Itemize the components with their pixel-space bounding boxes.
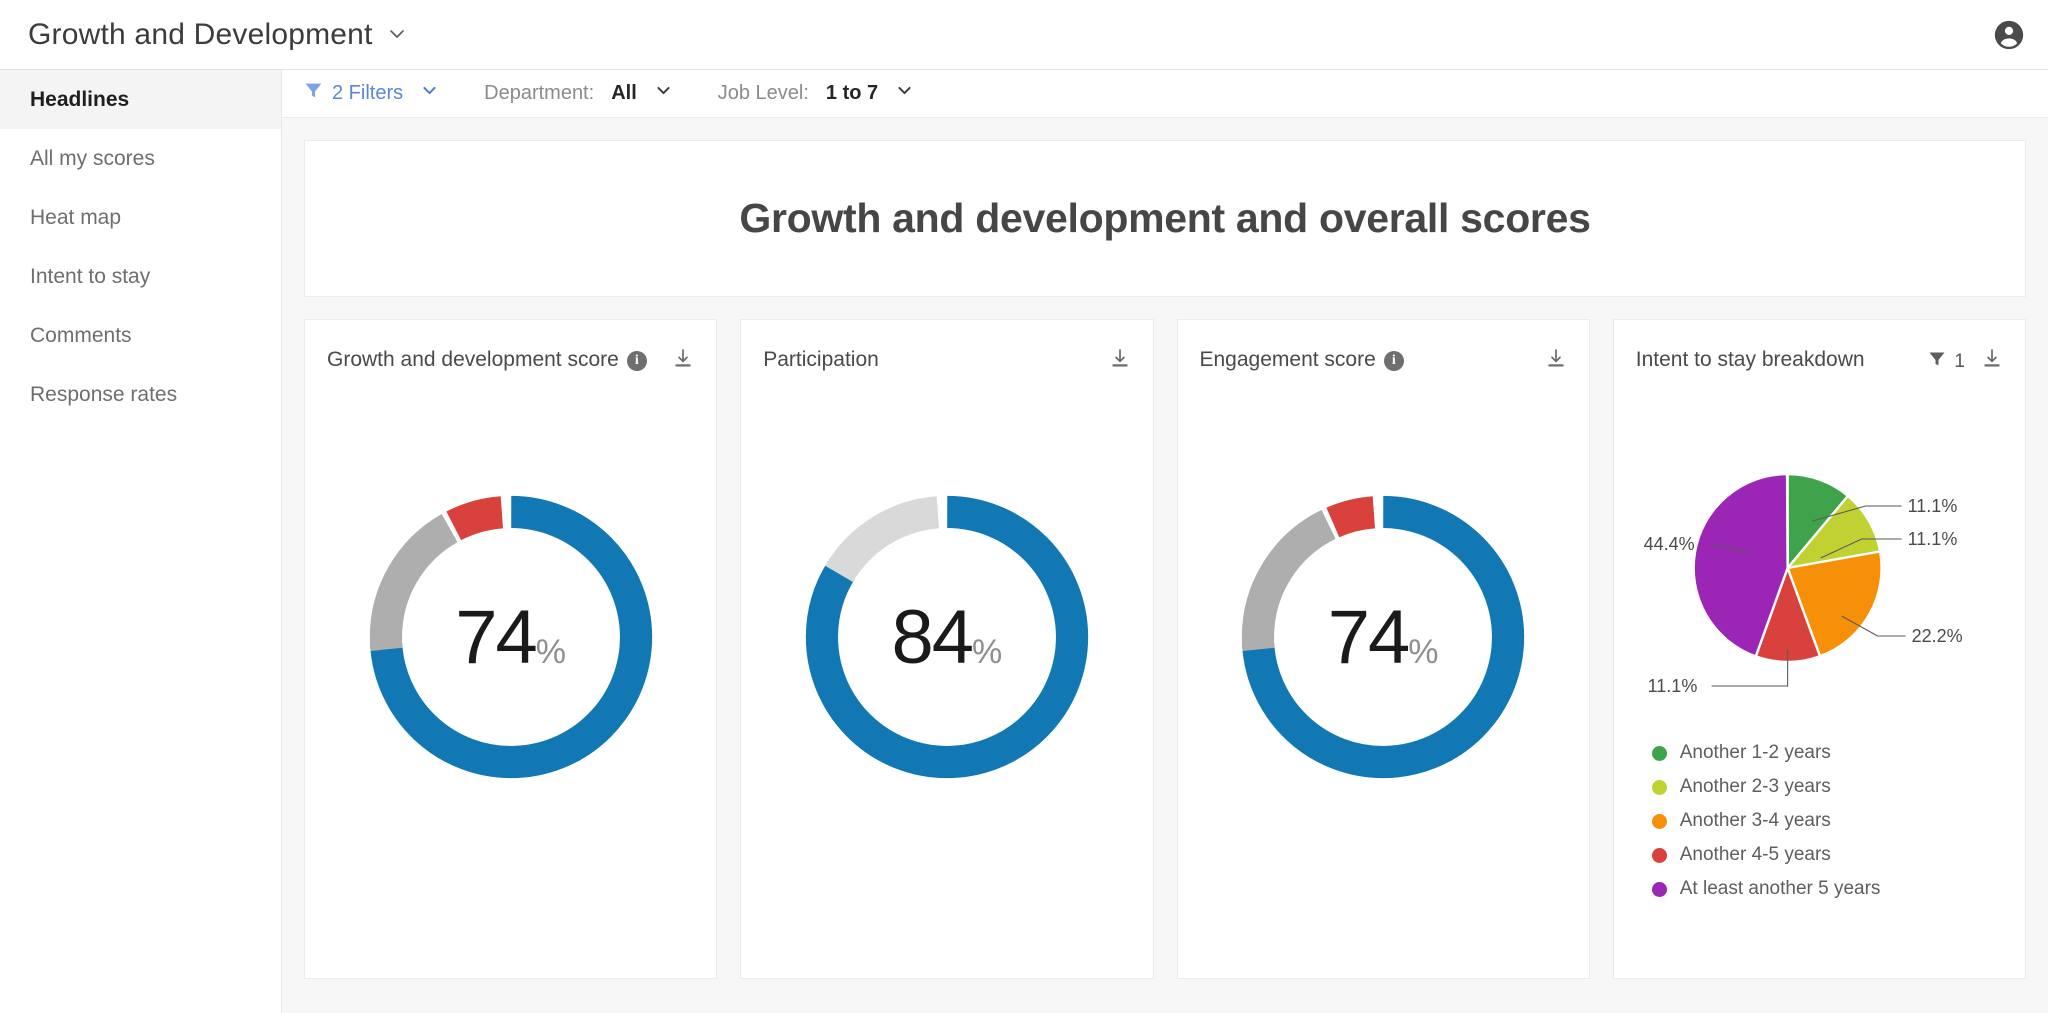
card-header: Growth and development score i — [327, 346, 694, 408]
pie-label-4: 44.4% — [1643, 534, 1694, 554]
donut-chart-growth: 74% — [327, 422, 694, 852]
sidebar-item-label: Response rates — [30, 382, 178, 406]
card-header-actions — [672, 346, 694, 375]
pie-label-1: 11.1% — [1907, 529, 1957, 549]
main-content: 2 Filters Department: All Job Level: 1 t… — [282, 70, 2048, 1013]
legend-item[interactable]: Another 2-3 years — [1651, 770, 2003, 804]
download-icon[interactable] — [1545, 348, 1567, 375]
chevron-down-icon[interactable] — [655, 82, 672, 105]
filter-bar: 2 Filters Department: All Job Level: 1 t… — [282, 70, 2048, 118]
card-filter-indicator[interactable]: 1 — [1928, 350, 1965, 374]
card-header-actions — [1545, 346, 1567, 375]
card-title: Growth and development score — [327, 348, 619, 371]
card-intent-to-stay-breakdown: Intent to stay breakdown 1 11.1% 11.1% 2… — [1612, 319, 2026, 979]
pie-label-3: 11.1% — [1647, 676, 1697, 696]
page-title-group[interactable]: Growth and Development — [28, 18, 407, 52]
department-filter[interactable]: Department: All — [484, 82, 672, 105]
legend-item[interactable]: Another 1-2 years — [1651, 736, 2003, 770]
pie-chart-intent-to-stay: 11.1% 11.1% 22.2% 11.1% 44.4% — [1636, 418, 2003, 718]
job-level-filter[interactable]: Job Level: 1 to 7 — [718, 82, 913, 105]
card-header: Engagement score i — [1200, 346, 1567, 408]
card-title-wrap: Engagement score i — [1200, 346, 1414, 374]
sidebar-item-intent-to-stay[interactable]: Intent to stay — [0, 247, 281, 306]
sidebar-item-headlines[interactable]: Headlines — [0, 70, 281, 129]
download-icon[interactable] — [672, 348, 694, 375]
filters-dropdown[interactable]: 2 Filters — [304, 81, 438, 106]
chevron-down-icon[interactable] — [387, 24, 407, 49]
legend-color-swatch — [1651, 813, 1667, 829]
pie-legend: Another 1-2 years Another 2-3 years Anot… — [1636, 736, 2003, 906]
sidebar: Headlines All my scores Heat map Intent … — [0, 70, 282, 1013]
legend-item[interactable]: At least another 5 years — [1651, 872, 2003, 906]
card-title: Engagement score — [1199, 348, 1376, 371]
legend-color-swatch — [1651, 847, 1667, 863]
filter-funnel-icon — [304, 81, 323, 106]
info-circle-icon[interactable]: i — [626, 351, 647, 371]
top-bar: Growth and Development — [0, 0, 2048, 70]
download-icon[interactable] — [1109, 348, 1131, 375]
dashboard-banner: Growth and development and overall score… — [304, 140, 2026, 297]
download-icon[interactable] — [1981, 348, 2003, 375]
account-circle-icon[interactable] — [1992, 18, 2026, 52]
legend-label: Another 1-2 years — [1679, 742, 1831, 763]
legend-label: Another 3-4 years — [1679, 810, 1831, 831]
department-filter-value: All — [611, 82, 637, 104]
chevron-down-icon[interactable] — [421, 82, 438, 105]
card-header: Participation — [763, 346, 1130, 408]
card-title-wrap: Participation — [763, 346, 889, 374]
donut-svg — [1241, 495, 1525, 779]
pie-svg: 11.1% 11.1% 22.2% 11.1% 44.4% — [1643, 472, 1962, 696]
info-circle-icon[interactable]: i — [1383, 351, 1404, 371]
sidebar-item-label: Comments — [30, 323, 132, 347]
filter-funnel-icon — [1928, 350, 1946, 374]
sidebar-item-label: Heat map — [30, 205, 122, 229]
card-header: Intent to stay breakdown 1 — [1636, 346, 2003, 408]
card-header-actions — [1109, 346, 1131, 375]
card-title: Intent to stay breakdown — [1635, 348, 1865, 371]
cards-row: Growth and development score i 74% Parti… — [304, 319, 2026, 979]
legend-label: At least another 5 years — [1679, 878, 1881, 899]
legend-item[interactable]: Another 3-4 years — [1651, 804, 2003, 838]
donut-chart-engagement: 74% — [1200, 422, 1567, 852]
sidebar-item-label: Headlines — [30, 87, 130, 111]
donut-svg — [369, 495, 652, 779]
card-header-actions: 1 — [1928, 346, 2003, 375]
legend-item[interactable]: Another 4-5 years — [1651, 838, 2003, 872]
sidebar-item-label: All my scores — [30, 146, 155, 170]
pie-label-2: 22.2% — [1911, 626, 1962, 646]
banner-title: Growth and development and overall score… — [739, 195, 1591, 241]
job-level-filter-value: 1 to 7 — [825, 82, 879, 104]
sidebar-item-all-my-scores[interactable]: All my scores — [0, 129, 281, 188]
legend-label: Another 4-5 years — [1679, 844, 1831, 865]
sidebar-item-response-rates[interactable]: Response rates — [0, 365, 281, 424]
card-title: Participation — [763, 348, 879, 371]
card-growth-and-development-score: Growth and development score i 74% — [304, 319, 718, 979]
legend-label: Another 2-3 years — [1679, 776, 1831, 797]
donut-svg — [805, 495, 1089, 779]
card-title-wrap: Intent to stay breakdown — [1636, 346, 1875, 374]
card-participation: Participation 84% — [740, 319, 1154, 979]
card-engagement-score: Engagement score i 74% — [1176, 319, 1590, 979]
card-filter-count: 1 — [1954, 350, 1965, 372]
sidebar-item-comments[interactable]: Comments — [0, 306, 281, 365]
chevron-down-icon[interactable] — [896, 82, 913, 105]
legend-color-swatch — [1651, 779, 1667, 795]
department-filter-label: Department: — [484, 82, 595, 104]
job-level-filter-label: Job Level: — [717, 82, 809, 104]
legend-color-swatch — [1651, 745, 1667, 761]
page-title: Growth and Development — [28, 17, 373, 51]
pie-label-0: 11.1% — [1907, 496, 1957, 516]
card-title-wrap: Growth and development score i — [327, 346, 657, 374]
legend-color-swatch — [1651, 881, 1667, 897]
sidebar-item-heat-map[interactable]: Heat map — [0, 188, 281, 247]
filters-count-label: 2 Filters — [332, 82, 404, 104]
donut-chart-participation: 84% — [763, 422, 1130, 852]
sidebar-item-label: Intent to stay — [30, 264, 151, 288]
